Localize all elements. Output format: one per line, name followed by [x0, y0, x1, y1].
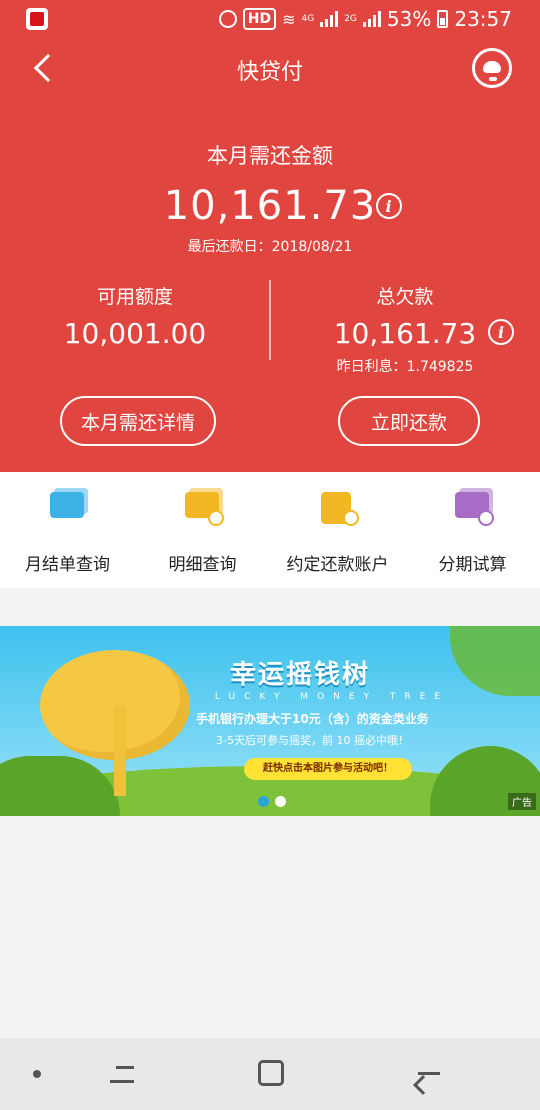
- repay-now-button[interactable]: 立即还款: [338, 396, 480, 446]
- recent-apps-icon[interactable]: [108, 1060, 136, 1088]
- battery-icon: [437, 10, 449, 28]
- app-notification-icon: [26, 8, 48, 30]
- hd-badge: HD: [242, 8, 277, 30]
- carousel-dot-2[interactable]: [275, 796, 286, 807]
- total-debt-label: 总欠款: [376, 286, 434, 308]
- clock-time: 23:57: [454, 7, 512, 31]
- available-credit-label: 可用额度: [96, 286, 173, 308]
- banner-title: 幸运摇钱树: [230, 660, 371, 690]
- quick-item-label: 月结单查询: [25, 555, 110, 575]
- header-panel: HD ≋ 4G 2G 53% 23:57 快贷付 本月需还金额 10,161.7…: [0, 0, 540, 472]
- repay-account-icon: [317, 488, 359, 530]
- quick-item-label: 分期试算: [438, 555, 507, 575]
- total-debt-block: 总欠款 10,161.73 i 昨日利息：1.749825: [270, 282, 540, 376]
- info-icon[interactable]: i: [376, 193, 402, 219]
- total-debt-value-row: 10,161.73 i: [270, 317, 540, 350]
- quick-actions: 月结单查询 明细查询 约定还款账户 分期试算: [0, 472, 540, 588]
- details-card-icon: [182, 488, 224, 530]
- quick-item-details[interactable]: 明细查询: [135, 488, 270, 575]
- quick-item-repay-account[interactable]: 约定还款账户: [270, 488, 405, 575]
- yesterday-interest: 昨日利息：1.749825: [336, 359, 474, 375]
- quick-item-installment[interactable]: 分期试算: [405, 488, 540, 575]
- info-icon-total[interactable]: i: [488, 319, 514, 345]
- back-arrow-icon[interactable]: [413, 1060, 442, 1095]
- available-credit-block: 可用额度 10,001.00: [0, 282, 270, 350]
- banner-line-2: 3-5天后可参与摇奖，前 10 摇必中哦！: [216, 734, 409, 747]
- alarm-icon: [218, 10, 237, 28]
- leaves-decoration: [450, 626, 540, 696]
- customer-service-button[interactable]: [472, 48, 512, 88]
- quick-item-statement[interactable]: 月结单查询: [0, 488, 135, 575]
- network-4g-label: 4G: [301, 14, 315, 24]
- ad-badge: 广告: [508, 793, 536, 810]
- wifi-icon: ≋: [282, 9, 296, 29]
- last-repay-date: 最后还款日：2018/08/21: [187, 239, 353, 255]
- signal-icon: [320, 11, 339, 27]
- month-due-amount: 10,161.73: [163, 183, 377, 229]
- hill-left-decoration: [0, 756, 120, 816]
- home-icon[interactable]: [258, 1060, 284, 1086]
- promo-banner[interactable]: 幸运摇钱树 LUCKY MONEY TREE 手机银行办理大于10元（含）的资金…: [0, 626, 540, 816]
- statement-card-icon: [47, 488, 89, 530]
- tree-trunk-image: [114, 706, 126, 796]
- battery-percent: 53%: [386, 7, 432, 31]
- quick-item-label: 明细查询: [168, 555, 237, 575]
- carousel-dot-1[interactable]: [258, 796, 269, 807]
- signal-icon-2: [362, 11, 381, 27]
- status-icons: HD ≋ 4G 2G 53% 23:57: [218, 6, 512, 32]
- banner-line-1: 手机银行办理大于10元（含）的资金类业务: [196, 712, 429, 726]
- network-2g-label: 2G: [344, 14, 357, 24]
- nav-bar: 快贷付: [0, 36, 540, 100]
- banner-subtitle: LUCKY MONEY TREE: [214, 692, 450, 702]
- quick-item-label: 约定还款账户: [286, 555, 389, 575]
- banner-cta-button[interactable]: 赶快点击本图片参与活动吧！: [244, 758, 412, 780]
- system-nav-bar: [0, 1038, 540, 1110]
- installment-card-icon: [452, 488, 494, 530]
- total-debt-value: 10,161.73: [333, 317, 477, 350]
- status-bar: HD ≋ 4G 2G 53% 23:57: [0, 0, 540, 36]
- month-due-label: 本月需还金额: [207, 144, 333, 168]
- nav-dot-icon[interactable]: [33, 1070, 41, 1078]
- available-credit-value: 10,001.00: [63, 317, 207, 350]
- carousel-indicator: [258, 796, 286, 807]
- month-detail-button[interactable]: 本月需还详情: [60, 396, 216, 446]
- page-title: 快贷付: [236, 60, 303, 85]
- month-due-amount-row: 10,161.73 i: [0, 183, 540, 229]
